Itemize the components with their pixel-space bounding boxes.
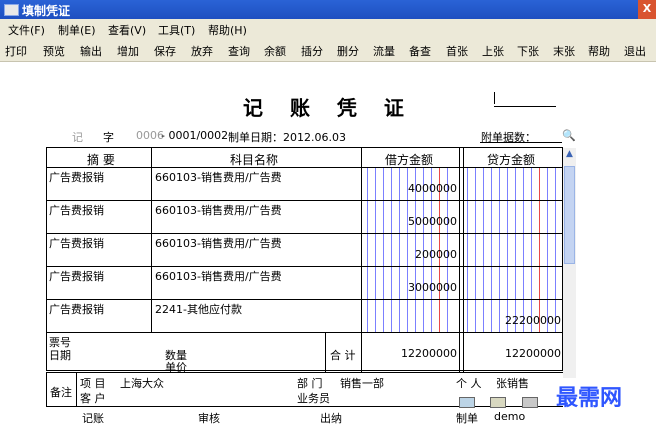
title-bar: 填制凭证 X — [0, 0, 656, 19]
salesman-label: 业务员 — [297, 392, 330, 405]
person-value[interactable]: 张销售 — [496, 375, 529, 391]
row1-summary[interactable]: 广告费报销 — [49, 169, 104, 185]
menu-file[interactable]: 文件(F) — [8, 22, 45, 38]
person-label: 个 人 — [456, 377, 482, 390]
insert-entry-button[interactable]: 插分 — [301, 43, 323, 59]
query-button[interactable]: 查询 — [228, 43, 250, 59]
balance-button[interactable]: 余额 — [264, 43, 286, 59]
voucher-zi: 字 — [103, 131, 114, 144]
page-indicator: - 0001/0002 — [161, 129, 229, 142]
menu-make[interactable]: 制单(E) — [58, 22, 96, 38]
bookkeep-label: 记账 — [82, 412, 104, 425]
row3-account[interactable]: 660103-销售费用/广告费 — [155, 235, 282, 251]
remarks-label: 备注 — [50, 386, 72, 399]
discard-button[interactable]: 放弃 — [191, 43, 213, 59]
row3-debit[interactable]: 200000 — [363, 248, 457, 261]
header-account: 科目名称 — [230, 153, 279, 167]
voucher-type[interactable]: 记 — [72, 129, 83, 145]
row2-debit[interactable]: 5000000 — [363, 215, 457, 228]
grid-scrollbar[interactable]: ▲ — [563, 148, 576, 378]
watermark-logo: 最需网 — [556, 385, 623, 411]
row1-account[interactable]: 660103-销售费用/广告费 — [155, 169, 282, 185]
prev-button[interactable]: 上张 — [482, 43, 504, 59]
ref-icon-2[interactable] — [490, 397, 506, 408]
row2-summary[interactable]: 广告费报销 — [49, 202, 104, 218]
first-button[interactable]: 首张 — [446, 43, 468, 59]
ticket-date-label: 日期 — [49, 349, 71, 362]
output-button[interactable]: 输出 — [80, 43, 102, 59]
scroll-thumb[interactable] — [564, 166, 575, 264]
header-credit: 贷方金额 — [487, 153, 536, 167]
project-label: 项 目 — [80, 377, 106, 390]
dept-label: 部 门 — [297, 377, 323, 390]
voucher-number-box[interactable] — [494, 90, 556, 107]
audit-label: 审核 — [198, 412, 220, 425]
add-button[interactable]: 增加 — [117, 43, 139, 59]
header-debit: 借方金额 — [385, 153, 434, 167]
menu-bar: 文件(F) 制单(E) 查看(V) 工具(T) 帮助(H) — [0, 19, 656, 38]
last-button[interactable]: 末张 — [553, 43, 575, 59]
window-icon — [4, 4, 19, 16]
dept-value[interactable]: 销售一部 — [340, 375, 384, 391]
toolbar: 打印 预览 输出 增加 保存 放弃 查询 余额 插分 删分 流量 备查 首张 上… — [0, 38, 656, 62]
maker-label: 制单 — [456, 412, 478, 425]
total-credit: 12200000 — [505, 347, 561, 360]
memo-button[interactable]: 备查 — [409, 43, 431, 59]
save-button[interactable]: 保存 — [154, 43, 176, 59]
voucher-title: 记 账 凭 证 — [243, 96, 414, 120]
window-title: 填制凭证 — [22, 4, 71, 18]
project-value[interactable]: 上海大众 — [120, 375, 164, 391]
cashier-label: 出纳 — [320, 412, 342, 425]
row1-debit[interactable]: 4000000 — [363, 182, 457, 195]
make-date[interactable]: 制单日期：2012.06.03 — [228, 129, 346, 145]
row3-summary[interactable]: 广告费报销 — [49, 235, 104, 251]
header-summary: 摘 要 — [87, 153, 115, 167]
row4-debit[interactable]: 3000000 — [363, 281, 457, 294]
row4-summary[interactable]: 广告费报销 — [49, 268, 104, 284]
delete-entry-button[interactable]: 删分 — [337, 43, 359, 59]
total-debit: 12200000 — [401, 347, 457, 360]
help-button[interactable]: 帮助 — [588, 43, 610, 59]
scroll-up-icon[interactable]: ▲ — [563, 148, 576, 161]
customer-label: 客 户 — [80, 392, 106, 405]
price-label: 单价 — [165, 361, 187, 374]
menu-view[interactable]: 查看(V) — [108, 22, 146, 38]
row5-credit[interactable]: 22200000 — [465, 314, 561, 327]
total-label: 合 计 — [330, 349, 356, 362]
print-button[interactable]: 打印 — [5, 43, 27, 59]
preview-button[interactable]: 预览 — [43, 43, 65, 59]
ref-icon-3[interactable] — [522, 397, 538, 408]
attach-underline — [480, 142, 562, 143]
voucher-grid: 摘 要 科目名称 借方金额 贷方金额 广告费报销 660103-销售费用/广告费… — [46, 147, 564, 374]
maker-name: demo — [494, 410, 526, 423]
voucher-no-field[interactable]: 0006 — [136, 129, 164, 142]
ref-icon-1[interactable] — [459, 397, 475, 408]
row5-summary[interactable]: 广告费报销 — [49, 301, 104, 317]
row5-account[interactable]: 2241-其他应付款 — [155, 301, 242, 317]
close-button[interactable]: X — [638, 0, 656, 19]
exit-button[interactable]: 退出 — [624, 43, 646, 59]
row4-account[interactable]: 660103-销售费用/广告费 — [155, 268, 282, 284]
menu-help[interactable]: 帮助(H) — [208, 22, 247, 38]
cashflow-button[interactable]: 流量 — [373, 43, 395, 59]
next-button[interactable]: 下张 — [517, 43, 539, 59]
attach-search-icon[interactable]: 🔍 — [562, 129, 576, 142]
row2-account[interactable]: 660103-销售费用/广告费 — [155, 202, 282, 218]
menu-tools[interactable]: 工具(T) — [158, 22, 195, 38]
